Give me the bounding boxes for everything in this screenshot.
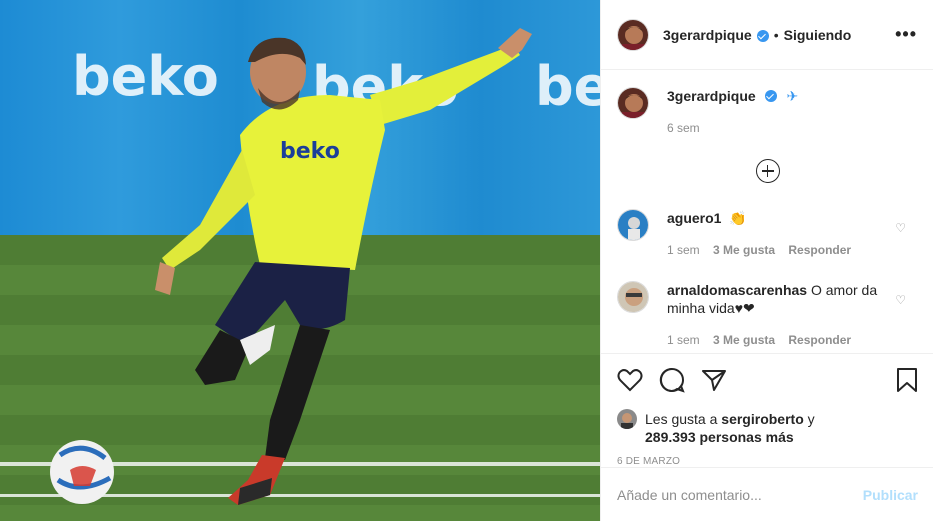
more-options-icon[interactable]: ••• bbox=[895, 24, 917, 45]
liker-username[interactable]: sergiroberto bbox=[721, 411, 803, 427]
comment-meta: 1 sem 3 Me gusta Responder bbox=[667, 241, 851, 259]
caption-meta: 6 sem bbox=[667, 119, 798, 137]
likes-count[interactable]: 289.393 personas más bbox=[645, 429, 794, 445]
verified-badge-icon bbox=[756, 29, 769, 42]
post-date[interactable]: 6 DE MARZO bbox=[617, 456, 918, 467]
comment-username[interactable]: arnaldomascarenhas bbox=[667, 282, 807, 298]
comment-time[interactable]: 1 sem bbox=[667, 333, 700, 347]
following-button[interactable]: Siguiendo bbox=[784, 27, 852, 43]
avatar[interactable] bbox=[617, 281, 649, 313]
likes-conj: y bbox=[807, 411, 815, 427]
like-comment-heart-icon[interactable]: ♡ bbox=[895, 293, 906, 307]
comment-row: arnaldomascarenhas O amor da minha vida♥… bbox=[617, 281, 918, 349]
load-more-comments-icon[interactable] bbox=[755, 159, 780, 183]
avatar-image bbox=[618, 88, 648, 118]
player-figure: beko bbox=[50, 28, 532, 505]
publish-button[interactable]: Publicar bbox=[863, 487, 918, 503]
avatar[interactable] bbox=[617, 209, 649, 241]
caption-text: ✈ bbox=[786, 88, 799, 104]
comment-likes[interactable]: 3 Me gusta bbox=[713, 243, 775, 257]
comment-icon[interactable] bbox=[659, 367, 685, 393]
action-icons bbox=[617, 364, 918, 396]
comment-body: arnaldomascarenhas O amor da minha vida♥… bbox=[667, 281, 887, 349]
post-sidebar: 3gerardpique • Siguiendo ••• 3gerardpiqu… bbox=[600, 0, 933, 521]
caption: 3gerardpique ✈ 6 sem bbox=[617, 87, 918, 137]
comment-meta: 1 sem 3 Me gusta Responder bbox=[667, 331, 887, 349]
caption-body: 3gerardpique ✈ 6 sem bbox=[667, 87, 798, 137]
reply-button[interactable]: Responder bbox=[788, 333, 851, 347]
post-photo[interactable]: beko beko beko beko bbox=[0, 0, 600, 521]
caption-time[interactable]: 6 sem bbox=[667, 121, 700, 135]
likes-summary: Les gusta a sergiroberto y 289.393 perso… bbox=[617, 409, 918, 446]
likes-prefix: Les gusta a bbox=[645, 411, 718, 427]
comment-text: 👏 bbox=[729, 210, 747, 226]
post-actions: Les gusta a sergiroberto y 289.393 perso… bbox=[601, 353, 933, 467]
comment-username[interactable]: aguero1 bbox=[667, 210, 721, 226]
likes-text: Les gusta a sergiroberto y 289.393 perso… bbox=[645, 410, 815, 446]
avatar-image bbox=[618, 282, 648, 312]
comment-row: aguero1 👏 1 sem 3 Me gusta Responder ♡ bbox=[617, 209, 918, 259]
svg-text:beko: beko bbox=[280, 139, 340, 164]
reply-button[interactable]: Responder bbox=[788, 243, 851, 257]
separator-dot: • bbox=[773, 26, 779, 43]
avatar-image bbox=[618, 19, 648, 50]
avatar[interactable] bbox=[617, 409, 637, 429]
add-comment-bar: Publicar bbox=[601, 467, 933, 521]
comment-body: aguero1 👏 1 sem 3 Me gusta Responder bbox=[667, 209, 851, 259]
post-author-username[interactable]: 3gerardpique bbox=[663, 27, 752, 43]
like-heart-icon[interactable] bbox=[617, 368, 643, 392]
post-header: 3gerardpique • Siguiendo ••• bbox=[601, 0, 933, 70]
share-icon[interactable] bbox=[701, 368, 727, 392]
avatar[interactable] bbox=[617, 87, 649, 119]
caption-username[interactable]: 3gerardpique bbox=[667, 88, 756, 104]
avatar-image bbox=[618, 210, 648, 240]
comment-likes[interactable]: 3 Me gusta bbox=[713, 333, 775, 347]
verified-badge-icon bbox=[764, 90, 777, 102]
comment-time[interactable]: 1 sem bbox=[667, 243, 700, 257]
comments-section[interactable]: 3gerardpique ✈ 6 sem aguero1 👏 1 sem 3 M… bbox=[601, 71, 933, 353]
comment-input[interactable] bbox=[617, 486, 863, 503]
like-comment-heart-icon[interactable]: ♡ bbox=[895, 221, 906, 235]
avatar[interactable] bbox=[617, 18, 649, 51]
save-bookmark-icon[interactable] bbox=[896, 367, 918, 393]
